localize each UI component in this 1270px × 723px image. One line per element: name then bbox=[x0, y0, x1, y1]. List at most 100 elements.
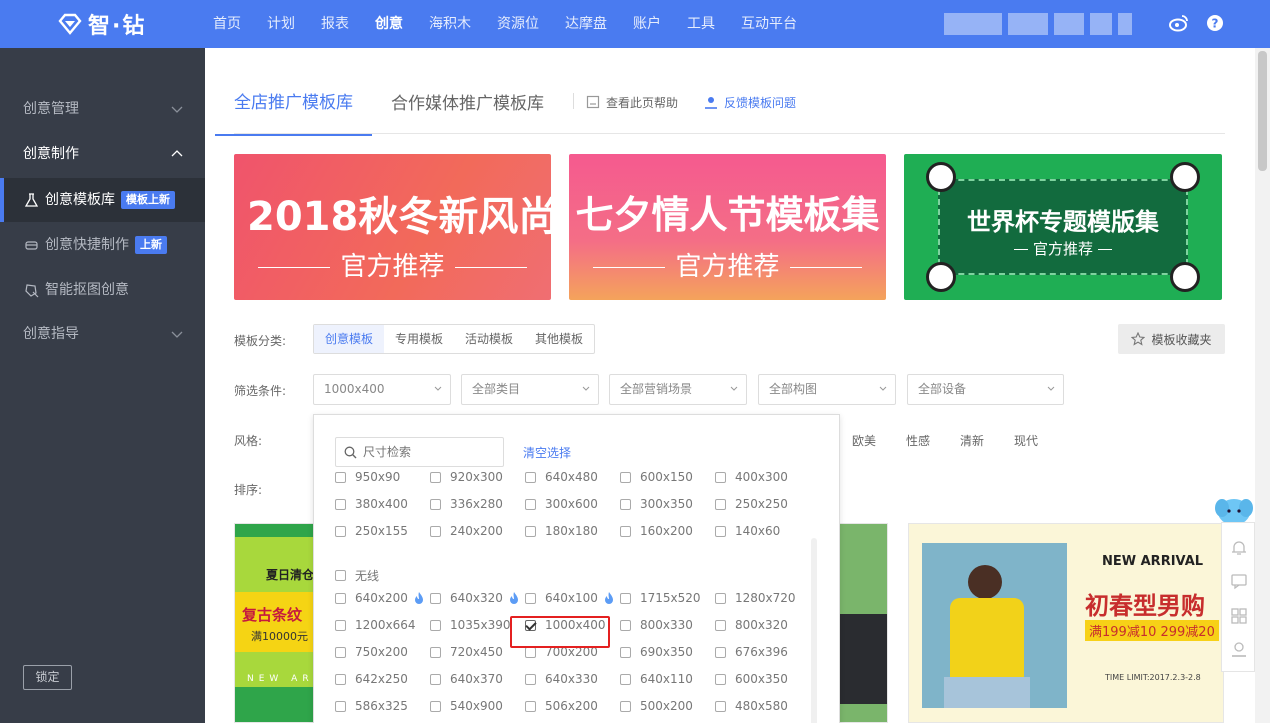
size-option[interactable]: 800x330 bbox=[620, 618, 693, 632]
size-option[interactable]: 400x300 bbox=[715, 470, 788, 484]
checkbox[interactable] bbox=[525, 471, 536, 483]
nav-item[interactable]: 海积木 bbox=[416, 0, 484, 48]
nav-item[interactable]: 互动平台 bbox=[728, 0, 810, 48]
size-option[interactable]: 750x200 bbox=[335, 645, 408, 659]
checkbox[interactable] bbox=[620, 525, 631, 537]
size-option[interactable]: 1035x390 bbox=[430, 618, 511, 632]
size-option[interactable]: 506x200 bbox=[525, 699, 598, 713]
size-option[interactable]: 600x350 bbox=[715, 672, 788, 686]
size-option[interactable]: 950x90 bbox=[335, 470, 400, 484]
checkbox[interactable] bbox=[715, 471, 726, 483]
nav-item[interactable]: 达摩盘 bbox=[552, 0, 620, 48]
favorites-button[interactable]: 模板收藏夹 bbox=[1118, 324, 1225, 354]
checkbox[interactable] bbox=[430, 700, 441, 712]
app-logo[interactable]: 智·钻 bbox=[58, 10, 146, 39]
size-option[interactable]: 720x450 bbox=[430, 645, 503, 659]
checkbox[interactable] bbox=[525, 498, 536, 510]
size-option[interactable]: 300x600 bbox=[525, 497, 598, 511]
size-option[interactable]: 1200x664 bbox=[335, 618, 416, 632]
template-card[interactable]: 夏日清仓 复古条纹 满10000元 NEW AR bbox=[234, 523, 324, 723]
nav-item[interactable]: 首页 bbox=[200, 0, 254, 48]
category-select[interactable]: 全部类目 bbox=[461, 374, 599, 405]
checkbox[interactable] bbox=[430, 673, 441, 685]
size-option[interactable]: 640x330 bbox=[525, 672, 598, 686]
size-option[interactable]: 1715x520 bbox=[620, 591, 701, 605]
size-option[interactable]: 380x400 bbox=[335, 497, 408, 511]
checkbox[interactable] bbox=[715, 619, 726, 631]
checkbox[interactable] bbox=[335, 570, 346, 581]
checkbox[interactable] bbox=[335, 646, 346, 658]
size-option[interactable]: 642x250 bbox=[335, 672, 408, 686]
sidebar-item-quick-create[interactable]: 创意快捷制作 上新 bbox=[0, 223, 205, 267]
checkbox[interactable] bbox=[335, 592, 346, 604]
lock-button[interactable]: 锁定 bbox=[23, 665, 72, 690]
size-option[interactable]: 160x200 bbox=[620, 524, 693, 538]
wireless-group-checkbox[interactable]: 无线 bbox=[335, 567, 379, 584]
banner-autumn-winter[interactable]: 2018秋冬新风尚 官方推荐 bbox=[234, 154, 551, 300]
size-option[interactable]: 800x320 bbox=[715, 618, 788, 632]
banner-qixi[interactable]: 七夕情人节模板集 官方推荐 bbox=[569, 154, 886, 300]
size-option[interactable]: 690x350 bbox=[620, 645, 693, 659]
checkbox[interactable] bbox=[620, 471, 631, 483]
help-link[interactable]: 查看此页帮助 bbox=[586, 94, 678, 131]
checkbox[interactable] bbox=[525, 673, 536, 685]
feedback-link[interactable]: 反馈模板问题 bbox=[704, 94, 796, 131]
template-card[interactable]: NEW ARRIVAL 初春型男购 满199减10 299减20 TIME LI… bbox=[908, 523, 1224, 723]
size-option[interactable]: 640x480 bbox=[525, 470, 598, 484]
style-option[interactable]: 欧美 bbox=[852, 432, 876, 449]
scene-select[interactable]: 全部营销场景 bbox=[609, 374, 747, 405]
category-option[interactable]: 活动模板 bbox=[454, 325, 524, 353]
size-option[interactable]: 540x900 bbox=[430, 699, 503, 713]
size-search-box[interactable] bbox=[335, 437, 504, 467]
checkbox[interactable] bbox=[620, 498, 631, 510]
scrollbar-thumb[interactable] bbox=[1258, 51, 1267, 171]
checkbox[interactable] bbox=[335, 619, 346, 631]
device-select[interactable]: 全部设备 bbox=[907, 374, 1064, 405]
checkbox[interactable] bbox=[620, 592, 631, 604]
sidebar-item-template-library[interactable]: 创意模板库 模板上新 bbox=[0, 178, 205, 222]
checkbox[interactable] bbox=[430, 525, 441, 537]
size-option[interactable]: 640x200 bbox=[335, 591, 424, 605]
size-select[interactable]: 1000x400 bbox=[313, 374, 451, 405]
checkbox[interactable] bbox=[335, 673, 346, 685]
checkbox[interactable] bbox=[620, 700, 631, 712]
page-scrollbar[interactable] bbox=[1255, 48, 1270, 723]
size-search-input[interactable] bbox=[363, 445, 493, 459]
checkbox[interactable] bbox=[525, 592, 536, 604]
checkbox[interactable] bbox=[620, 619, 631, 631]
sidebar-group-creative-production[interactable]: 创意制作 bbox=[0, 132, 205, 176]
nav-item[interactable]: 账户 bbox=[620, 0, 674, 48]
style-option[interactable]: 清新 bbox=[960, 432, 984, 449]
clear-selection-link[interactable]: 清空选择 bbox=[523, 444, 571, 461]
tab-media-templates[interactable]: 合作媒体推广模板库 bbox=[391, 89, 544, 136]
style-option[interactable]: 性感 bbox=[906, 432, 930, 449]
size-option[interactable]: 1280x720 bbox=[715, 591, 796, 605]
size-option[interactable]: 300x350 bbox=[620, 497, 693, 511]
checkbox[interactable] bbox=[430, 471, 441, 483]
nav-item[interactable]: 创意 bbox=[362, 0, 416, 48]
size-option[interactable]: 640x100 bbox=[525, 591, 614, 605]
checkbox[interactable] bbox=[525, 700, 536, 712]
size-option[interactable]: 180x180 bbox=[525, 524, 598, 538]
sidebar-group-creative-guide[interactable]: 创意指导 bbox=[0, 312, 205, 356]
sidebar-item-smart-cutout[interactable]: 智能抠图创意 bbox=[0, 268, 205, 312]
checkbox[interactable] bbox=[715, 673, 726, 685]
category-option[interactable]: 其他模板 bbox=[524, 325, 594, 353]
checkbox[interactable] bbox=[430, 646, 441, 658]
composition-select[interactable]: 全部构图 bbox=[758, 374, 896, 405]
checkbox[interactable] bbox=[525, 525, 536, 537]
size-option[interactable]: 676x396 bbox=[715, 645, 788, 659]
template-card[interactable] bbox=[835, 523, 888, 723]
weibo-icon[interactable] bbox=[1168, 12, 1190, 34]
checkbox[interactable] bbox=[620, 673, 631, 685]
checkbox[interactable] bbox=[715, 498, 726, 510]
size-option[interactable]: 140x60 bbox=[715, 524, 780, 538]
checkbox[interactable] bbox=[430, 498, 441, 510]
user-account-blurred[interactable] bbox=[944, 13, 1156, 35]
checkbox[interactable] bbox=[335, 525, 346, 537]
checkbox[interactable] bbox=[715, 592, 726, 604]
nav-item[interactable]: 计划 bbox=[254, 0, 308, 48]
checkbox[interactable] bbox=[335, 498, 346, 510]
chat-icon[interactable] bbox=[1230, 572, 1248, 590]
customer-service-icon[interactable] bbox=[1230, 640, 1248, 658]
